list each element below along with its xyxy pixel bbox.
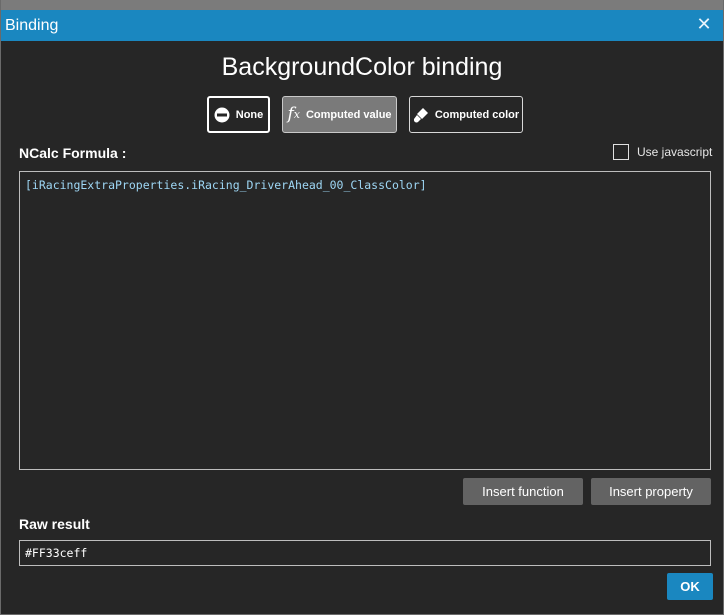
mode-none-label: None [235, 108, 264, 121]
ok-button[interactable]: OK [667, 573, 713, 600]
raw-result-field[interactable]: #FF33ceff [19, 540, 711, 566]
formula-editor[interactable]: [iRacingExtraProperties.iRacing_DriverAh… [19, 171, 711, 470]
insert-property-button[interactable]: Insert property [591, 478, 711, 505]
page-title: BackgroundColor binding [221, 53, 503, 81]
insert-function-button[interactable]: Insert function [463, 478, 583, 505]
close-icon[interactable]: ✕ [695, 14, 713, 34]
use-javascript-label: Use javascript [637, 145, 713, 159]
use-javascript-checkbox[interactable] [613, 144, 629, 160]
paint-brush-icon [413, 107, 429, 123]
raw-result-label: Raw result [19, 516, 90, 532]
binding-mode-selector: None fx Computed value Computed color [1, 96, 723, 133]
mode-computed-value-button[interactable]: fx Computed value [282, 96, 397, 133]
use-javascript-toggle[interactable]: Use javascript [613, 143, 712, 161]
mode-computed-color-label: Computed color [434, 108, 520, 121]
mode-computed-color-button[interactable]: Computed color [409, 96, 523, 133]
no-entry-icon [214, 107, 230, 123]
formula-label: NCalc Formula : [19, 145, 127, 161]
mode-computed-value-label: Computed value [305, 108, 392, 121]
window-title: Binding [5, 17, 59, 34]
binding-dialog: Binding ✕ BackgroundColor binding None f… [0, 0, 724, 615]
function-icon: fx [287, 104, 300, 124]
title-bar[interactable]: Binding ✕ [1, 0, 723, 41]
mode-none-button[interactable]: None [207, 96, 270, 133]
